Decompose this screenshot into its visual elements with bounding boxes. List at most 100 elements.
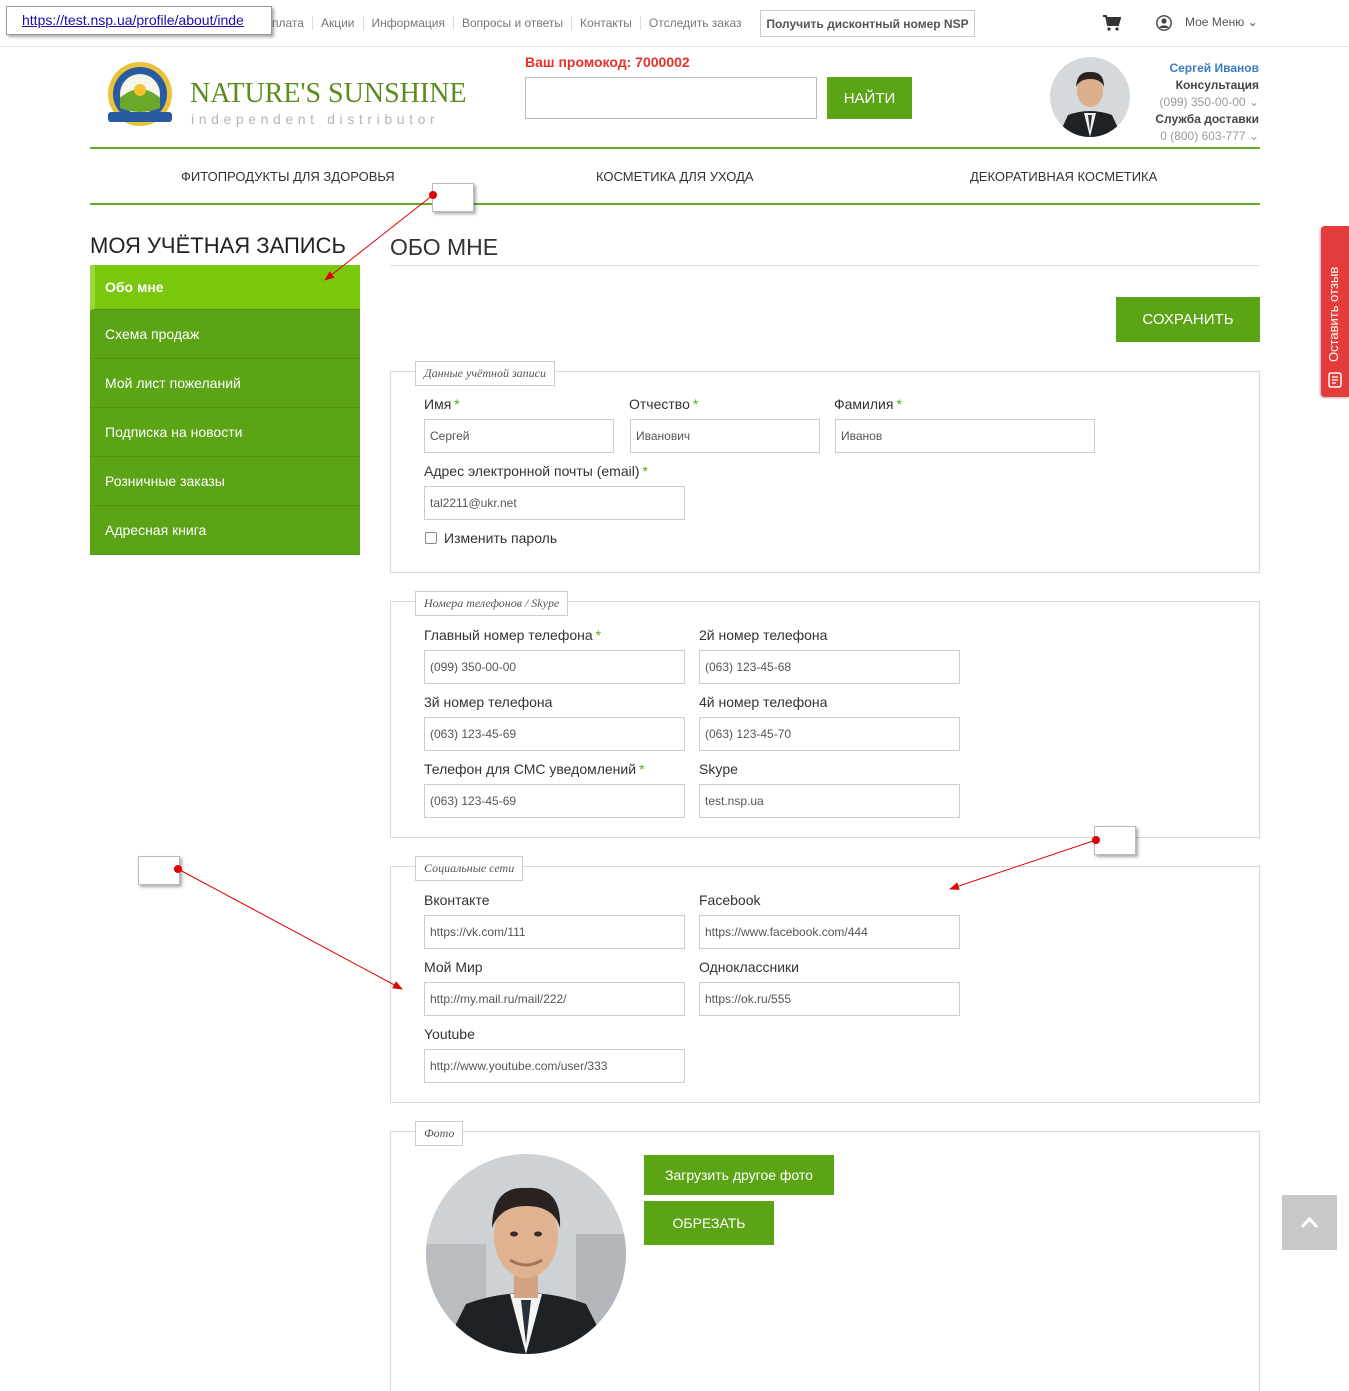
upload-photo-button[interactable]: Загрузить другое фото xyxy=(644,1155,834,1195)
skype-label: Skype xyxy=(699,761,738,777)
search-input[interactable] xyxy=(525,77,817,119)
user-name[interactable]: Сергей Иванов xyxy=(1155,60,1259,77)
chevron-down-icon: ⌄ xyxy=(1248,95,1259,109)
chevron-down-icon: ⌄ xyxy=(1248,129,1259,143)
nav-divider xyxy=(90,203,1260,205)
odnoklassniki-input[interactable]: https://ok.ru/555 xyxy=(699,982,960,1016)
third-phone-input[interactable]: (063) 123-45-69 xyxy=(424,717,685,751)
change-password-label[interactable]: Изменить пароль xyxy=(444,530,557,546)
avatar[interactable] xyxy=(1050,57,1130,137)
my-menu-toggle[interactable]: Мое Меню ⌄ xyxy=(1185,15,1258,29)
change-password-checkbox[interactable] xyxy=(425,532,437,544)
profile-photo xyxy=(426,1154,626,1354)
last-name-label-text: Фамилия xyxy=(834,396,894,412)
delivery-label: Служба доставки xyxy=(1155,112,1259,126)
delivery-phone-number: 0 (800) 603-777 xyxy=(1160,129,1246,143)
sidebar-item-about-me[interactable]: Обо мне xyxy=(90,265,360,310)
account-sidebar: Обо мне Схема продаж Мой лист пожеланий … xyxy=(90,265,360,555)
sidebar-item-newsletter[interactable]: Подписка на новости xyxy=(90,408,360,457)
url-link[interactable]: https://test.nsp.ua/profile/about/inde xyxy=(22,12,244,28)
category-care-cosmetics[interactable]: КОСМЕТИКА ДЛЯ УХОДА xyxy=(596,169,754,184)
consultation-phone[interactable]: (099) 350-00-00 ⌄ xyxy=(1155,94,1259,111)
mymir-label: Мой Мир xyxy=(424,959,483,975)
feedback-icon xyxy=(1328,372,1342,388)
youtube-label: Youtube xyxy=(424,1026,475,1042)
annotation-box-3 xyxy=(138,856,180,885)
site-logo[interactable]: NATURE'S SUNSHINE independent distributo… xyxy=(100,60,467,136)
first-name-input[interactable]: Сергей xyxy=(424,419,614,453)
annotation-arrow-3 xyxy=(174,865,403,990)
chevron-down-icon: ⌄ xyxy=(1247,15,1258,29)
social-fieldset: Социальные сети Вконтакте https://vk.com… xyxy=(390,856,1260,1103)
vk-label: Вконтакте xyxy=(424,892,490,908)
sidebar-item-sales-scheme[interactable]: Схема продаж xyxy=(90,310,360,359)
youtube-input[interactable]: http://www.youtube.com/user/333 xyxy=(424,1049,685,1083)
profile-photo-image xyxy=(426,1154,626,1354)
account-title: МОЯ УЧЁТНАЯ ЗАПИСЬ xyxy=(90,233,346,258)
nav-item-payment[interactable]: плата xyxy=(268,16,312,30)
phones-fieldset: Номера телефонов / Skype Главный номер т… xyxy=(390,591,1260,838)
nav-item-contacts[interactable]: Контакты xyxy=(571,16,640,30)
second-phone-input[interactable]: (063) 123-45-68 xyxy=(699,650,960,684)
odnoklassniki-label: Одноклассники xyxy=(699,959,800,975)
email-label-text: Адрес электронной почты (email) xyxy=(424,463,640,479)
sms-phone-label: Телефон для СМС уведомлений * xyxy=(424,761,645,777)
skype-input[interactable]: test.nsp.ua xyxy=(699,784,960,818)
delivery-phone[interactable]: 0 (800) 603-777 ⌄ xyxy=(1155,128,1259,145)
fourth-phone-label: 4й номер телефона xyxy=(699,694,828,710)
consultation-phone-number: (099) 350-00-00 xyxy=(1159,95,1246,109)
mymir-input[interactable]: http://my.mail.ru/mail/222/ xyxy=(424,982,685,1016)
facebook-input[interactable]: https://www.facebook.com/444 xyxy=(699,915,960,949)
nav-item-track-order[interactable]: Отследить заказ xyxy=(639,16,750,30)
facebook-label: Facebook xyxy=(699,892,761,908)
nav-item-info[interactable]: Информация xyxy=(362,16,453,30)
url-tooltip: https://test.nsp.ua/profile/about/inde xyxy=(6,6,272,35)
social-legend: Социальные сети xyxy=(415,856,524,881)
promo-code: Ваш промокод: 7000002 xyxy=(525,54,690,70)
vk-input[interactable]: https://vk.com/111 xyxy=(424,915,685,949)
patronymic-label-text: Отчество xyxy=(629,396,690,412)
contact-block: Сергей Иванов Консультация (099) 350-00-… xyxy=(1155,60,1259,145)
category-phytoproducts[interactable]: ФИТОПРОДУКТЫ ДЛЯ ЗДОРОВЬЯ xyxy=(181,169,395,184)
my-menu-label: Мое Меню xyxy=(1185,15,1245,29)
title-divider xyxy=(390,265,1260,266)
account-legend: Данные учётной записи xyxy=(415,361,555,386)
account-fieldset: Данные учётной записи Имя * Сергей Отчест… xyxy=(390,361,1260,573)
last-name-input[interactable]: Иванов xyxy=(835,419,1095,453)
email-input[interactable]: tal2211@ukr.net xyxy=(424,486,685,520)
scroll-to-top-button[interactable] xyxy=(1282,1195,1337,1250)
sms-phone-input[interactable]: (063) 123-45-69 xyxy=(424,784,685,818)
patronymic-label: Отчество * xyxy=(629,396,699,412)
annotation-box-2 xyxy=(1094,826,1136,855)
second-phone-label: 2й номер телефона xyxy=(699,627,828,643)
search-button[interactable]: НАЙТИ xyxy=(827,77,912,119)
sms-phone-label-text: Телефон для СМС уведомлений xyxy=(424,761,637,777)
sidebar-item-wishlist[interactable]: Мой лист пожеланий xyxy=(90,359,360,408)
annotation-box-1 xyxy=(432,183,474,212)
third-phone-label: 3й номер телефона xyxy=(424,694,553,710)
crop-photo-button[interactable]: ОБРЕЗАТЬ xyxy=(644,1201,774,1245)
logo-emblem-icon xyxy=(108,62,172,126)
top-nav: плата Акции Информация Вопросы и ответы … xyxy=(268,16,750,30)
category-decorative-cosmetics[interactable]: ДЕКОРАТИВНАЯ КОСМЕТИКА xyxy=(970,169,1157,184)
sidebar-item-retail-orders[interactable]: Розничные заказы xyxy=(90,457,360,506)
header-divider xyxy=(90,147,1260,149)
photo-legend: Фото xyxy=(415,1121,464,1146)
save-button[interactable]: СОХРАНИТЬ xyxy=(1116,297,1260,342)
feedback-tab-label: Оставить отзыв xyxy=(1326,266,1341,362)
cart-icon[interactable] xyxy=(1103,15,1121,31)
patronymic-input[interactable]: Иванович xyxy=(630,419,820,453)
chevron-up-icon xyxy=(1300,1216,1319,1229)
user-icon[interactable] xyxy=(1156,15,1172,31)
email-label: Адрес электронной почты (email) * xyxy=(424,463,648,479)
fourth-phone-input[interactable]: (063) 123-45-70 xyxy=(699,717,960,751)
main-phone-label: Главный номер телефона * xyxy=(424,627,602,643)
sidebar-item-address-book[interactable]: Адресная книга xyxy=(90,506,360,555)
first-name-label-text: Имя xyxy=(424,396,452,412)
consultation-label: Консультация xyxy=(1175,78,1259,92)
last-name-label: Фамилия * xyxy=(834,396,902,412)
discount-number-button[interactable]: Получить дисконтный номер NSP xyxy=(760,10,975,37)
main-phone-input[interactable]: (099) 350-00-00 xyxy=(424,650,685,684)
nav-item-faq[interactable]: Вопросы и ответы xyxy=(452,16,571,30)
nav-item-promotions[interactable]: Акции xyxy=(311,16,363,30)
